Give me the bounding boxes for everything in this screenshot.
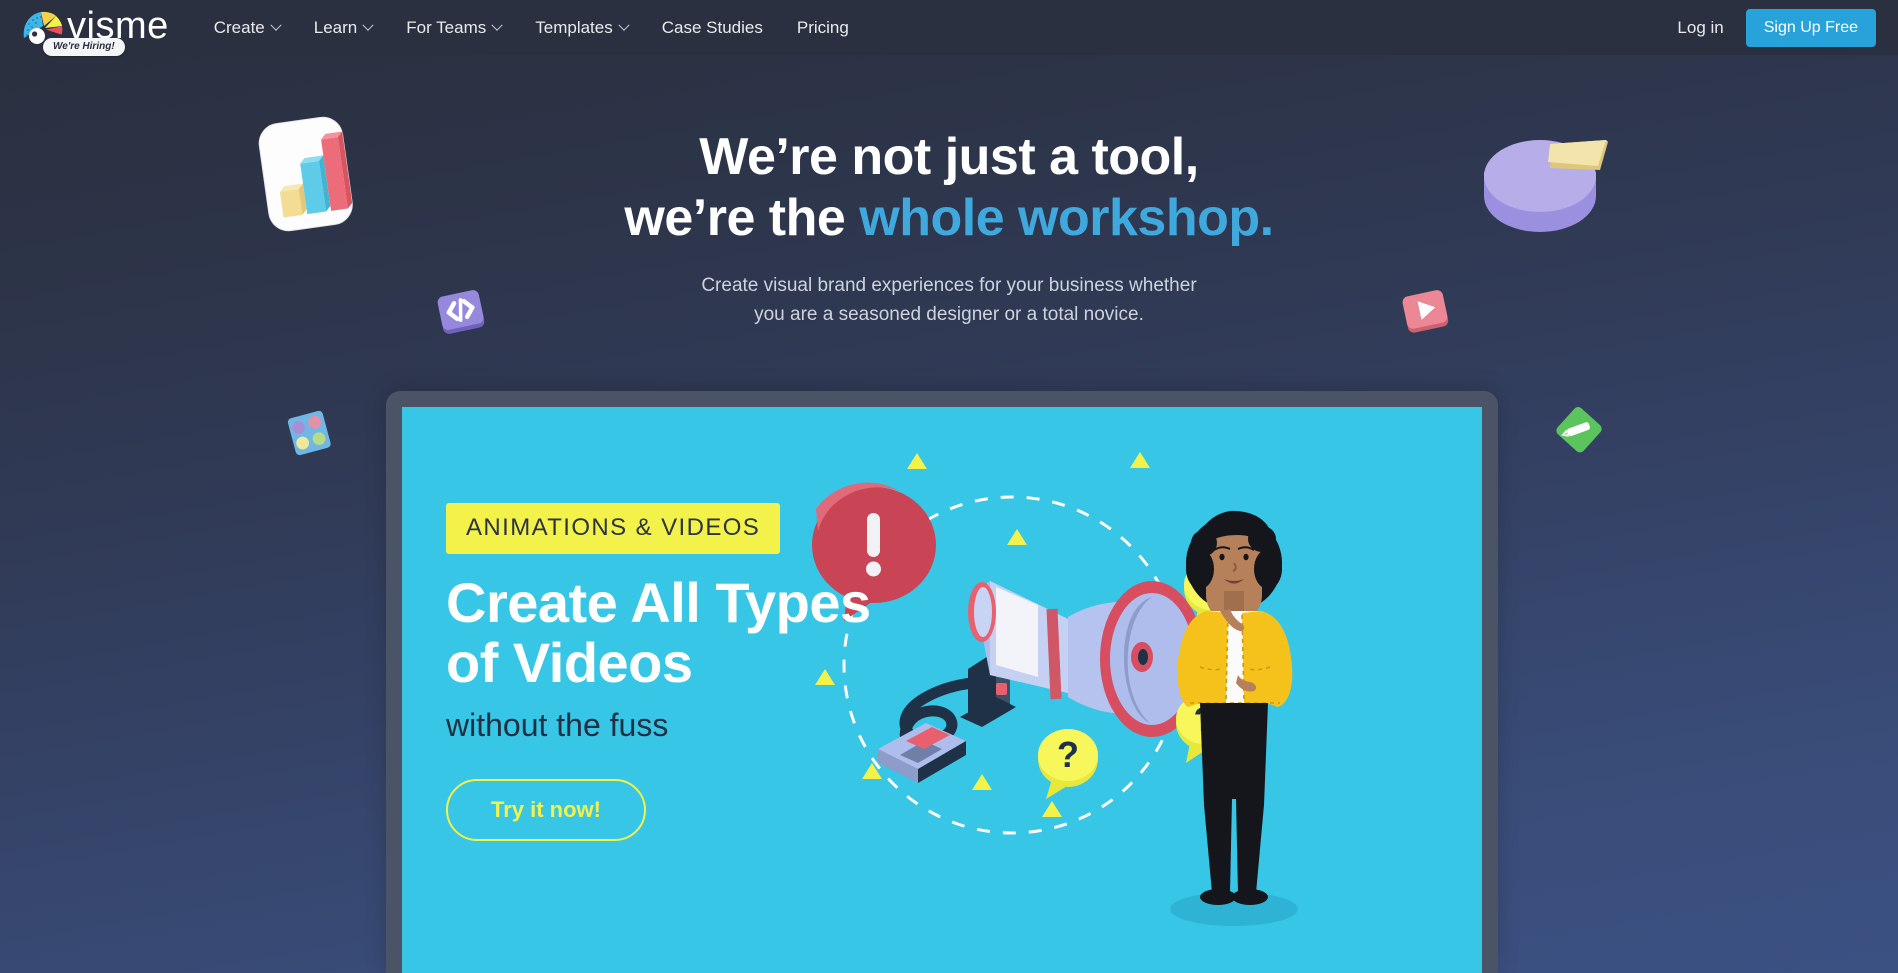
chevron-down-icon: [362, 19, 374, 31]
color-palette-icon: [280, 403, 338, 466]
nav-actions: Log in Sign Up Free: [1677, 8, 1876, 47]
video-banner: ? ? ?: [402, 407, 1482, 973]
hero-subtitle-line-2: you are a seasoned designer or a total n…: [754, 304, 1144, 326]
chevron-down-icon: [270, 19, 282, 31]
triangle-decoration: [907, 453, 927, 469]
code-embed-icon: [432, 283, 490, 346]
nav-item-pricing[interactable]: Pricing: [780, 0, 866, 55]
chevron-down-icon: [491, 19, 503, 31]
character-illustration: [1170, 510, 1298, 926]
nav-item-for-teams[interactable]: For Teams: [389, 0, 518, 55]
triangle-decoration: [1130, 452, 1150, 468]
nav-item-label: Pricing: [796, 17, 849, 37]
device-frame: ? ? ?: [386, 391, 1498, 973]
try-it-now-button[interactable]: Try it now!: [446, 779, 646, 841]
chevron-down-icon: [618, 19, 630, 31]
banner-tag-label: ANIMATIONS & VIDEOS: [446, 503, 781, 554]
nav-item-templates[interactable]: Templates: [518, 0, 644, 55]
nav-item-label: Learn: [313, 17, 358, 37]
hero-title-line-1: We’re not just a tool,: [699, 128, 1199, 186]
nav-item-create[interactable]: Create: [197, 0, 297, 55]
nav-item-label: Create: [213, 17, 265, 37]
hero-title-line-2-plain: we’re the: [624, 188, 860, 247]
banner-heading: Create All Types of Videos: [446, 571, 871, 695]
top-navigation-bar: visme We're Hiring! Create Learn For Tea…: [0, 0, 1898, 56]
video-play-icon: [1396, 283, 1454, 346]
hero-subtitle-line-1: Create visual brand experiences for your…: [701, 274, 1197, 296]
nav-item-label: Case Studies: [661, 17, 763, 37]
bar-chart-3d-icon: [252, 110, 360, 247]
hero-title-line-2-accent: whole workshop.: [859, 188, 1274, 247]
were-hiring-badge[interactable]: We're Hiring!: [43, 38, 125, 56]
nav-item-label: For Teams: [406, 17, 487, 37]
sign-up-free-button[interactable]: Sign Up Free: [1745, 8, 1876, 47]
nav-item-learn[interactable]: Learn: [297, 0, 389, 55]
pie-chart-3d-icon: [1480, 110, 1612, 245]
banner-subheading: without the fuss: [446, 707, 669, 743]
nav-links: Create Learn For Teams Templates Case St…: [197, 0, 866, 55]
login-link[interactable]: Log in: [1677, 18, 1723, 38]
triangle-decoration: [1042, 801, 1062, 817]
hero-subtitle: Create visual brand experiences for your…: [0, 271, 1898, 330]
pen-tool-icon: [1548, 398, 1610, 465]
visme-logo-link[interactable]: visme We're Hiring!: [20, 0, 169, 56]
svg-text:?: ?: [1057, 734, 1079, 775]
nav-item-case-studies[interactable]: Case Studies: [645, 0, 780, 55]
nav-item-label: Templates: [535, 17, 613, 37]
